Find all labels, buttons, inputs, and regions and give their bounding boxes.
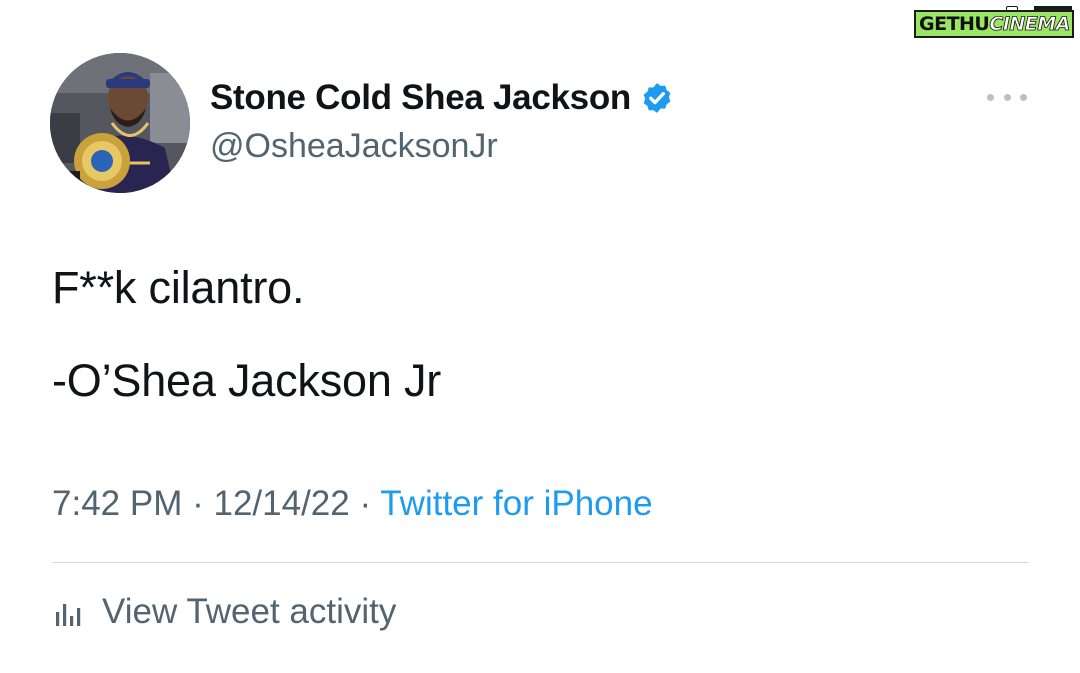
bar-chart-icon: [52, 594, 88, 630]
author-name-row[interactable]: Stone Cold Shea Jackson: [210, 76, 674, 120]
divider: [52, 562, 1029, 563]
verified-badge-icon: [640, 81, 674, 115]
more-dot: [987, 93, 994, 101]
watermark-part1: GETHU: [919, 13, 990, 35]
more-dot: [1003, 93, 1011, 101]
tweet-time[interactable]: 7:42 PM: [52, 484, 182, 523]
tweet-text-line-1: F**k cilantro.: [52, 262, 305, 313]
more-dot: [1020, 93, 1027, 101]
display-name[interactable]: Stone Cold Shea Jackson: [210, 78, 631, 118]
watermark-logo: GETHUCINEMA: [914, 6, 1074, 40]
tweet-date[interactable]: 12/14/22: [213, 484, 349, 523]
view-tweet-activity-button[interactable]: View Tweet activity: [52, 592, 396, 632]
tweet-meta: 7:42 PM · 12/14/22 · Twitter for iPhone: [52, 484, 653, 524]
meta-separator: ·: [359, 484, 372, 523]
view-tweet-activity-label[interactable]: View Tweet activity: [102, 592, 396, 632]
meta-separator: ·: [192, 484, 204, 523]
avatar[interactable]: [50, 53, 190, 193]
more-options-icon[interactable]: [987, 88, 1027, 106]
user-handle[interactable]: @OsheaJacksonJr: [210, 127, 498, 166]
tweet-source-link[interactable]: Twitter for iPhone: [380, 484, 652, 523]
watermark-text: GETHUCINEMA: [914, 10, 1074, 38]
tweet-text-line-2: -O’Shea Jackson Jr: [52, 355, 442, 406]
watermark-part2: CINEMA: [989, 13, 1071, 36]
profile-photo-image: [50, 53, 190, 193]
